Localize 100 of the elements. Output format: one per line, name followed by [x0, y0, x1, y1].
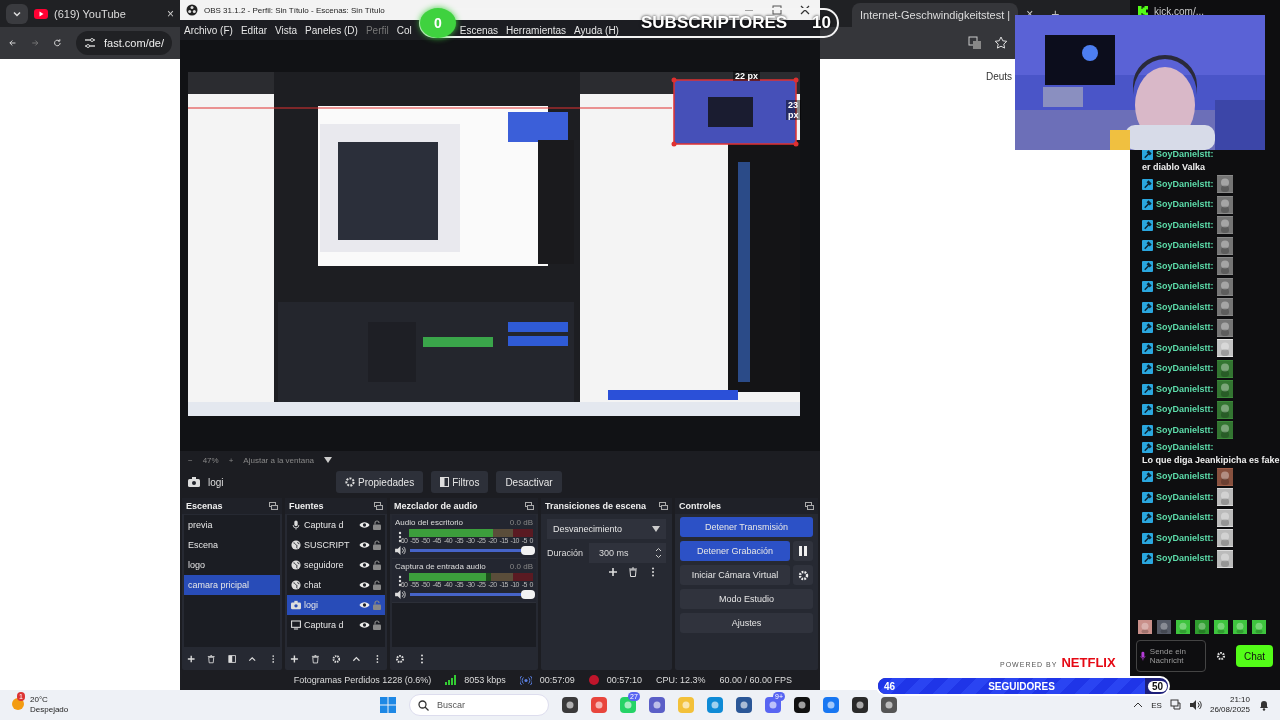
- source-item[interactable]: chat: [287, 575, 385, 595]
- chat-username[interactable]: SoyDanielstt:: [1156, 440, 1214, 454]
- eye-icon[interactable]: [359, 621, 370, 629]
- scene-item[interactable]: previa: [184, 515, 280, 535]
- menu-item[interactable]: Editar: [240, 24, 268, 36]
- chat-username[interactable]: SoyDanielstt:: [1156, 321, 1214, 335]
- zoom-in-button[interactable]: +: [228, 455, 234, 465]
- trash-icon[interactable]: [207, 654, 216, 664]
- chat-username[interactable]: SoyDanielstt:: [1156, 490, 1214, 504]
- chat-username[interactable]: SoyDanielstt:: [1156, 382, 1214, 396]
- eye-icon[interactable]: [359, 581, 370, 589]
- network-icon[interactable]: [1169, 699, 1182, 711]
- tune-icon[interactable]: [84, 37, 97, 49]
- menu-item[interactable]: Archivo (F): [184, 24, 233, 36]
- transition-dropdown[interactable]: Desvanecimiento: [547, 519, 666, 539]
- source-item[interactable]: Captura d: [287, 515, 385, 535]
- chat-username[interactable]: SoyDanielstt:: [1156, 218, 1214, 232]
- clock-date[interactable]: 26/08/2025: [1209, 705, 1250, 715]
- chat-button[interactable]: Chat: [1236, 645, 1274, 667]
- control-button[interactable]: Detener Grabación: [680, 541, 790, 561]
- close-tab-button[interactable]: ×: [167, 6, 174, 21]
- eye-icon[interactable]: [359, 601, 370, 609]
- translate-icon[interactable]: [968, 36, 982, 50]
- filters-button[interactable]: Filtros: [431, 471, 489, 493]
- speaker-icon[interactable]: [395, 546, 406, 555]
- bell-icon[interactable]: [1258, 699, 1270, 711]
- filter-icon[interactable]: [227, 654, 237, 664]
- lock-icon[interactable]: [373, 580, 381, 590]
- lock-icon[interactable]: [373, 540, 381, 550]
- chat-username[interactable]: SoyDanielstt:: [1156, 259, 1214, 273]
- move-up-icon[interactable]: [352, 654, 362, 664]
- chat-username[interactable]: SoyDanielstt:: [1156, 403, 1214, 417]
- settings-button[interactable]: [793, 565, 813, 585]
- chat-username[interactable]: SoyDanielstt:: [1156, 531, 1214, 545]
- chat-username[interactable]: SoyDanielstt:: [1156, 470, 1214, 484]
- speaker-icon[interactable]: [1189, 699, 1202, 711]
- lock-icon[interactable]: [373, 560, 381, 570]
- clock-time[interactable]: 21:10: [1229, 695, 1250, 705]
- search-field[interactable]: Buscar: [409, 694, 549, 716]
- tab-search-button[interactable]: [6, 3, 28, 24]
- deactivate-button[interactable]: Desactivar: [496, 471, 562, 493]
- zoom-out-button[interactable]: −: [188, 455, 193, 465]
- chat-username[interactable]: SoyDanielstt:: [1156, 239, 1214, 253]
- menu-item[interactable]: Ayuda (H): [574, 24, 619, 36]
- address-field[interactable]: fast.com/de/: [76, 31, 172, 55]
- settings-icon[interactable]: [1216, 651, 1226, 661]
- source-item[interactable]: SUSCRIPT: [287, 535, 385, 555]
- scene-item[interactable]: logo: [184, 555, 280, 575]
- control-button[interactable]: Iniciar Cámara Virtual: [680, 565, 790, 585]
- lock-icon[interactable]: [373, 620, 381, 630]
- language-link[interactable]: Deuts: [986, 71, 1013, 82]
- scene-item[interactable]: camara pricipal: [184, 575, 280, 595]
- eye-icon[interactable]: [359, 561, 370, 569]
- scene-item[interactable]: Escena: [184, 535, 280, 555]
- chat-username[interactable]: SoyDanielstt:: [1156, 423, 1214, 437]
- spinner-arrows-icon[interactable]: [655, 546, 662, 560]
- source-item[interactable]: Captura d: [287, 615, 385, 635]
- app-icon[interactable]: [736, 697, 752, 713]
- chat-username[interactable]: SoyDanielstt:: [1156, 280, 1214, 294]
- eye-icon[interactable]: [359, 521, 370, 529]
- star-icon[interactable]: [994, 36, 1008, 50]
- source-item[interactable]: seguidore: [287, 555, 385, 575]
- undock-icon[interactable]: [374, 502, 383, 510]
- sun-icon[interactable]: [10, 695, 26, 711]
- duration-field[interactable]: 300 ms: [589, 543, 666, 563]
- menu-item[interactable]: Escenas: [459, 24, 499, 36]
- app-icon[interactable]: [881, 697, 897, 713]
- add-icon[interactable]: [290, 654, 299, 664]
- trash-icon[interactable]: [628, 567, 638, 577]
- dropdown-caret-icon[interactable]: [324, 457, 333, 463]
- volume-slider[interactable]: [410, 549, 533, 552]
- language-indicator[interactable]: ES: [1151, 700, 1162, 710]
- volume-slider[interactable]: [410, 593, 533, 596]
- close-icon[interactable]: [800, 5, 810, 15]
- chevron-up-icon[interactable]: [1133, 701, 1144, 709]
- chat-username[interactable]: SoyDanielstt:: [1156, 177, 1214, 191]
- chat-username[interactable]: SoyDanielstt:: [1156, 341, 1214, 355]
- browser-tab[interactable]: (619) YouTube: [34, 0, 161, 27]
- undock-icon[interactable]: [525, 502, 534, 510]
- control-button[interactable]: Detener Transmisión: [680, 517, 813, 537]
- app-icon[interactable]: [562, 697, 578, 713]
- eye-icon[interactable]: [359, 541, 370, 549]
- chat-username[interactable]: SoyDanielstt:: [1156, 511, 1214, 525]
- menu-item[interactable]: Col: [396, 24, 412, 36]
- lock-icon[interactable]: [373, 520, 381, 530]
- browser-tab[interactable]: Internet-Geschwindigkeitstest |: [852, 3, 1019, 27]
- gear-icon[interactable]: [331, 654, 341, 664]
- microphone-icon[interactable]: [1140, 650, 1146, 662]
- control-button[interactable]: Modo Estudio: [680, 589, 813, 609]
- menu-item[interactable]: Vista: [275, 24, 298, 36]
- undock-icon[interactable]: [269, 502, 278, 510]
- start-icon[interactable]: [380, 697, 396, 713]
- speaker-icon[interactable]: [395, 590, 406, 599]
- menu-item[interactable]: Herramientas: [506, 24, 567, 36]
- properties-button[interactable]: Propiedades: [336, 471, 424, 493]
- move-up-icon[interactable]: [248, 654, 257, 664]
- gear-icon[interactable]: [395, 654, 405, 664]
- app-icon[interactable]: [794, 697, 810, 713]
- chat-username[interactable]: SoyDanielstt:: [1156, 148, 1214, 161]
- message-field[interactable]: Sende ein Nachricht: [1136, 640, 1206, 672]
